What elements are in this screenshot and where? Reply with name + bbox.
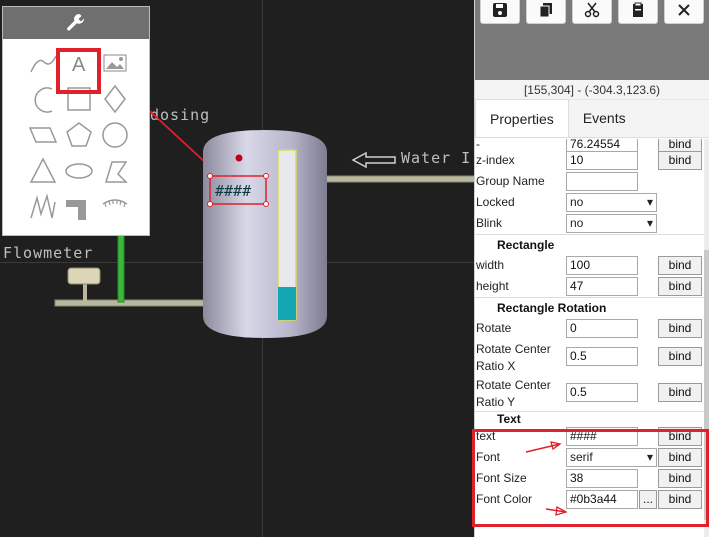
flowmeter-stem: [83, 282, 87, 302]
flowmeter-body: [67, 267, 101, 285]
toolbar: [475, 0, 709, 80]
group-name-label: Group Name: [476, 174, 545, 188]
zigzag-icon: [30, 193, 56, 219]
pentagon-tool[interactable]: [61, 117, 97, 153]
level-fill: [278, 287, 296, 320]
palette-header[interactable]: [3, 7, 149, 39]
parallelogram-tool[interactable]: [25, 117, 61, 153]
prop-row-top: - 76.24554 bind: [475, 139, 705, 154]
image-tool[interactable]: [97, 45, 133, 81]
outlet-pipe: [54, 299, 206, 307]
gauge-tool[interactable]: [97, 189, 133, 225]
close-button[interactable]: [664, 0, 704, 24]
width-bind-button[interactable]: bind: [658, 256, 702, 275]
triangle-tool[interactable]: [25, 153, 61, 189]
prop-row-rotate: Rotate 0 bind: [475, 318, 705, 339]
image-icon: [103, 54, 127, 72]
close-icon: [678, 4, 690, 16]
pentagon-icon: [66, 122, 92, 147]
circle-icon: [102, 122, 128, 148]
zindex-label: z-index: [476, 153, 515, 167]
ellipse-tool[interactable]: [61, 153, 97, 189]
tank-vessel[interactable]: ####: [203, 128, 327, 340]
copy-button[interactable]: [526, 0, 566, 24]
rotate-label: Rotate: [476, 321, 512, 335]
polyline-tool[interactable]: [97, 153, 133, 189]
parallelogram-icon: [28, 127, 58, 143]
cut-icon: [584, 2, 600, 18]
prop-row-rotate-center-y: Rotate Center Ratio Y 0.5 bind: [475, 375, 705, 411]
gauge-icon: [102, 199, 128, 208]
rotate-center-y-label: Rotate Center Ratio Y: [476, 378, 551, 409]
prop-row-height: height 47 bind: [475, 276, 705, 297]
indicator-dot: [235, 154, 243, 162]
rotate-center-y-field[interactable]: 0.5: [566, 383, 638, 402]
width-field[interactable]: 100: [566, 256, 638, 275]
zigzag-tool[interactable]: [25, 189, 61, 225]
group-name-field[interactable]: [566, 172, 638, 191]
tab-events[interactable]: Events: [569, 99, 640, 137]
rotation-section-heading: Rectangle Rotation: [475, 297, 705, 318]
locked-select[interactable]: no: [566, 193, 657, 212]
wrench-icon: [67, 14, 85, 31]
prop-row-group: Group Name: [475, 171, 705, 192]
coordinates-readout: [155,304] - (-304.3,123.6): [475, 80, 709, 100]
arc-icon: [34, 87, 53, 113]
blink-label: Blink: [476, 216, 503, 230]
triangle-icon: [29, 157, 57, 183]
rotate-center-y-bind-button[interactable]: bind: [658, 383, 702, 402]
zindex-field[interactable]: 10: [566, 151, 638, 170]
green-pipe: [117, 229, 125, 303]
prop-row-blink: Blink no: [475, 213, 705, 234]
curve-icon: [30, 55, 57, 73]
pipe-tool[interactable]: [61, 189, 97, 225]
rectangle-section-heading: Rectangle: [475, 234, 705, 255]
tab-properties[interactable]: Properties: [475, 99, 569, 137]
arrow-left-icon: [351, 151, 396, 169]
annotation-arrows: [525, 441, 568, 516]
water-pipe: [324, 175, 474, 183]
height-field[interactable]: 47: [566, 277, 638, 296]
panel-tabs: Properties Events: [475, 99, 709, 138]
hmi-canvas[interactable]: dosing Water I Flowmeter #### A: [0, 0, 474, 537]
tool-palette: A: [2, 6, 150, 236]
diamond-icon: [104, 84, 126, 114]
save-icon: [493, 3, 507, 17]
height-label: height: [476, 279, 509, 293]
rotate-center-x-field[interactable]: 0.5: [566, 347, 638, 366]
clipboard-icon: [633, 2, 643, 17]
diamond-tool[interactable]: [97, 81, 133, 117]
blink-select[interactable]: no: [566, 214, 657, 233]
rotate-center-x-bind-button[interactable]: bind: [658, 347, 702, 366]
paste-button[interactable]: [618, 0, 658, 24]
tank-text-element: ####: [215, 182, 251, 200]
ellipse-icon: [65, 163, 93, 179]
prop-row-locked: Locked no: [475, 192, 705, 213]
rotate-field[interactable]: 0: [566, 319, 638, 338]
rotate-bind-button[interactable]: bind: [658, 319, 702, 338]
text-section-heading: Text: [475, 411, 705, 426]
prop-row-width: width 100 bind: [475, 255, 705, 276]
rotate-center-x-label: Rotate Center Ratio X: [476, 342, 551, 373]
prop-row-zindex: z-index 10 bind: [475, 150, 705, 171]
zindex-bind-button[interactable]: bind: [658, 151, 702, 170]
width-label: width: [476, 258, 505, 272]
text-tool-highlight: [56, 48, 101, 94]
locked-label: Locked: [476, 195, 515, 209]
prop-row-rotate-center-x: Rotate Center Ratio X 0.5 bind: [475, 339, 705, 375]
polyline-icon: [104, 161, 128, 183]
save-button[interactable]: [480, 0, 520, 24]
text-props-highlight: [472, 429, 709, 527]
copy-icon: [539, 3, 552, 18]
circle-tool[interactable]: [97, 117, 133, 153]
cut-button[interactable]: [572, 0, 612, 24]
height-bind-button[interactable]: bind: [658, 277, 702, 296]
pipe-icon: [66, 200, 86, 220]
